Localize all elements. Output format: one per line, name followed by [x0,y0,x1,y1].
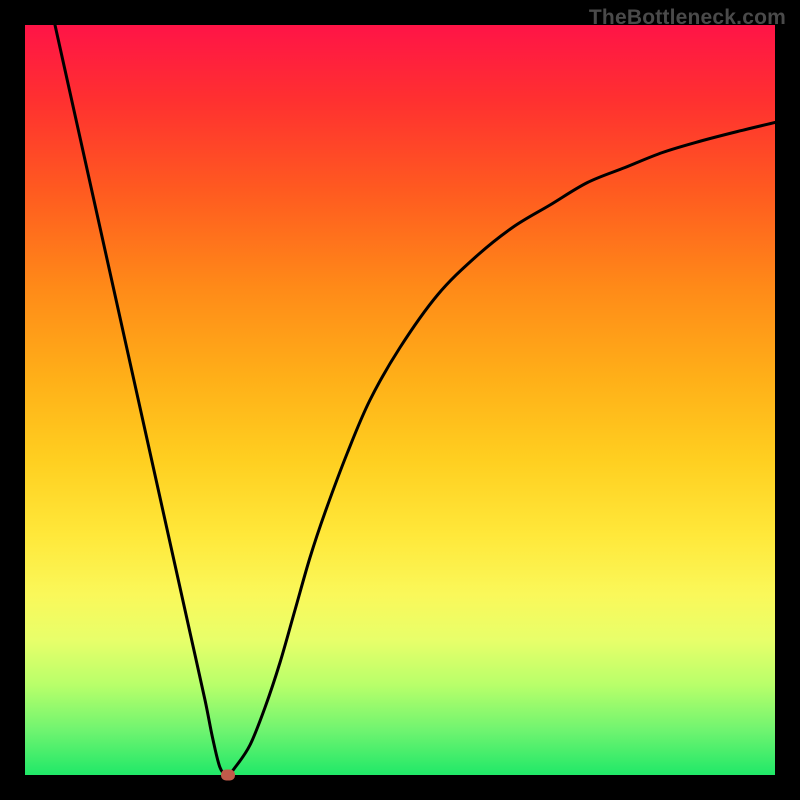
bottleneck-curve [25,25,775,775]
plot-area [25,25,775,775]
chart-frame: TheBottleneck.com [0,0,800,800]
minimum-marker [221,770,235,781]
watermark-text: TheBottleneck.com [589,6,786,30]
